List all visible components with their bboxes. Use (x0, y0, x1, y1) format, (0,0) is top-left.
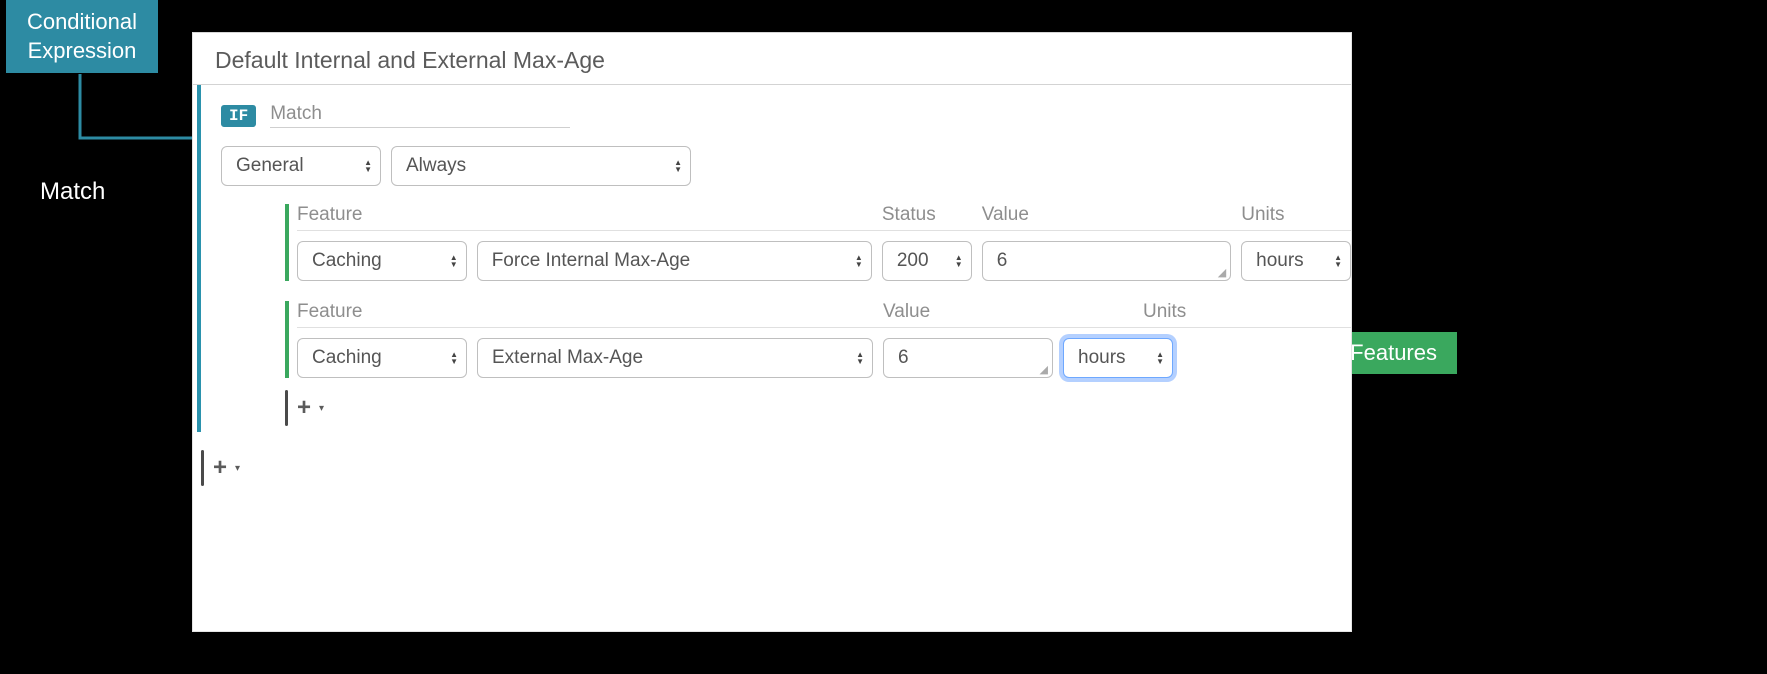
feature-value-input[interactable]: 6 ◢ (982, 241, 1231, 281)
input-value: 6 (997, 250, 1008, 272)
match-category-select[interactable]: General (221, 146, 381, 186)
feature-block-bar (285, 301, 289, 378)
feature-value-input[interactable]: 6 ◢ (883, 338, 1053, 378)
feature-category-select[interactable]: Caching (297, 241, 467, 281)
add-feature-button[interactable]: + ▾ (285, 394, 1351, 422)
callout-text: Match (40, 178, 105, 205)
callout-text: Features (1350, 340, 1437, 365)
feature-units-select[interactable]: hours (1063, 338, 1173, 378)
chevron-updown-icon (856, 351, 864, 365)
callout-text: Conditional (20, 8, 144, 37)
select-value: Force Internal Max-Age (492, 250, 691, 272)
chevron-down-icon: ▾ (235, 463, 240, 474)
plus-icon: + (213, 454, 227, 482)
plus-icon: + (297, 394, 311, 422)
feature-category-select[interactable]: Caching (297, 338, 467, 378)
resize-handle-icon: ◢ (1218, 270, 1226, 277)
callout-match: Match (40, 178, 105, 206)
rule-title-row: Default Internal and External Max-Age (193, 33, 1351, 85)
label-units: Units (1143, 301, 1253, 323)
chevron-updown-icon (855, 254, 863, 268)
feature-units-select[interactable]: hours (1241, 241, 1351, 281)
if-label-wrap: Match (270, 103, 570, 128)
label-value: Value (883, 301, 1133, 323)
chevron-updown-icon (1334, 254, 1342, 268)
rule-title: Default Internal and External Max-Age (215, 47, 1329, 74)
select-value: 200 (897, 250, 929, 272)
match-condition-value: Always (406, 155, 466, 177)
callout-conditional-expression: Conditional Expression (6, 0, 158, 73)
chevron-updown-icon (955, 254, 963, 268)
input-value: 6 (898, 347, 909, 369)
if-block-bar (197, 85, 201, 432)
label-value: Value (982, 204, 1232, 226)
select-value: External Max-Age (492, 347, 643, 369)
label-feature: Feature (297, 204, 872, 226)
feature-name-select[interactable]: External Max-Age (477, 338, 873, 378)
resize-handle-icon: ◢ (1040, 367, 1048, 374)
label-feature: Feature (297, 301, 873, 323)
chevron-updown-icon (450, 351, 458, 365)
chevron-updown-icon (674, 159, 682, 173)
add-condition-button[interactable]: + ▾ (201, 454, 1351, 482)
chevron-down-icon: ▾ (319, 403, 324, 414)
label-units: Units (1241, 204, 1351, 226)
if-label: Match (270, 103, 570, 127)
match-category-value: General (236, 155, 304, 177)
label-status: Status (882, 204, 972, 226)
chevron-updown-icon (1156, 351, 1164, 365)
feature-block-bar (285, 204, 289, 281)
rule-panel: Default Internal and External Max-Age IF… (192, 32, 1352, 632)
chevron-updown-icon (450, 254, 458, 268)
select-value: Caching (312, 250, 382, 272)
feature-name-select[interactable]: Force Internal Max-Age (477, 241, 872, 281)
select-value: Caching (312, 347, 382, 369)
match-condition-select[interactable]: Always (391, 146, 691, 186)
chevron-updown-icon (364, 159, 372, 173)
select-value: hours (1256, 250, 1304, 272)
callout-text: Expression (20, 37, 144, 66)
feature-status-select[interactable]: 200 (882, 241, 972, 281)
select-value: hours (1078, 347, 1126, 369)
if-badge: IF (221, 105, 256, 127)
